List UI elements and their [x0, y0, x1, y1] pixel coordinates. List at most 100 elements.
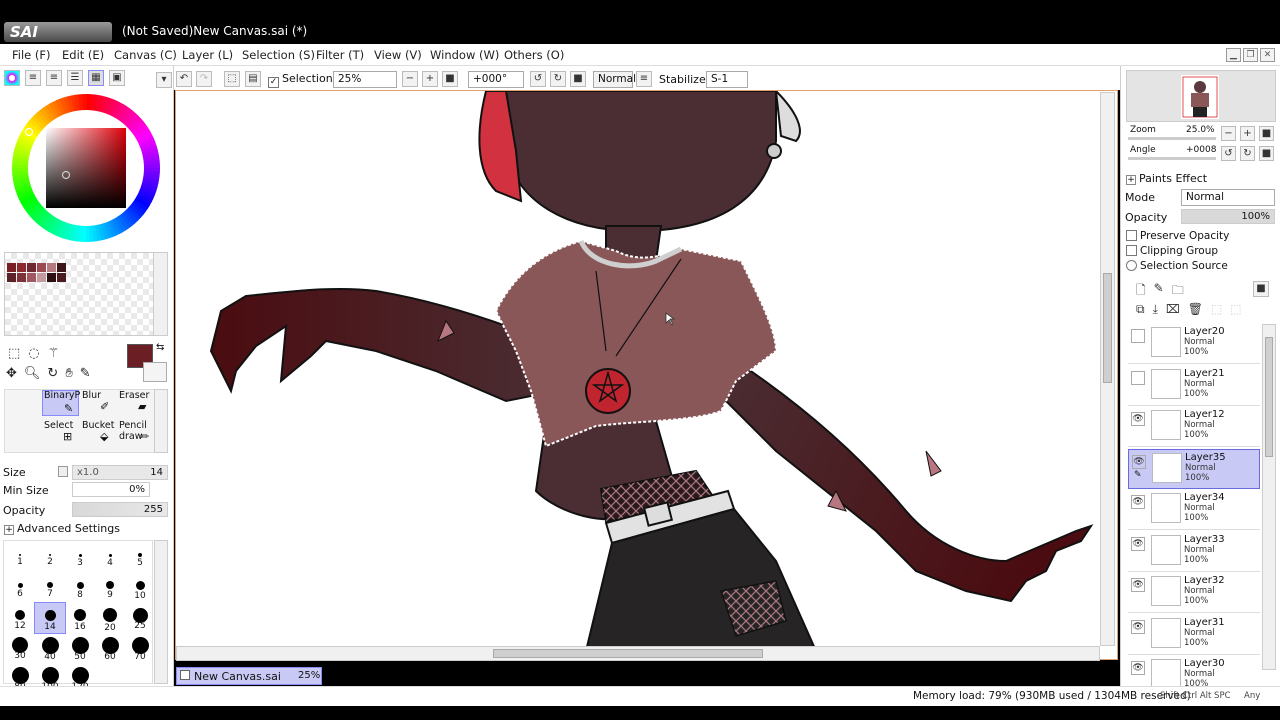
nav-zoom-reset-icon[interactable]: ■: [1259, 126, 1274, 141]
color-swatch[interactable]: [47, 263, 56, 272]
minsize-slider[interactable]: 0%: [72, 482, 150, 497]
brush-size-option[interactable]: 4: [95, 543, 125, 573]
rect-select-icon[interactable]: ⬚: [8, 346, 20, 361]
rotate-icon[interactable]: ↻: [47, 366, 58, 381]
layer-row[interactable]: Layer20 Normal 100%: [1128, 324, 1260, 364]
layer-row[interactable]: 👁︎ Layer34 Normal 100%: [1128, 490, 1260, 530]
eye-icon[interactable]: 👁︎: [1131, 578, 1145, 592]
eyedropper-icon[interactable]: ✎: [80, 366, 91, 381]
brush-size-option[interactable]: 6: [5, 573, 35, 603]
color-swatch[interactable]: [17, 263, 26, 272]
brush-size-option[interactable]: 8: [65, 573, 95, 603]
paints-effect-toggle[interactable]: + Paints Effect: [1126, 172, 1207, 185]
eye-icon[interactable]: 👁︎: [1131, 412, 1145, 426]
secondary-color[interactable]: [143, 362, 167, 382]
layer-row[interactable]: 👁︎ Layer35 Normal 100% ✎: [1128, 448, 1260, 489]
new-layer-icon[interactable]: 🗋︎: [1136, 281, 1146, 302]
layer-mask-icon[interactable]: ■: [1253, 281, 1269, 297]
deselect-icon[interactable]: ⬚: [224, 71, 240, 87]
nav-rotate-reset-icon[interactable]: ■: [1259, 146, 1274, 161]
tool-scrollbar[interactable]: [154, 389, 168, 453]
rotate-left-icon[interactable]: ↺: [530, 71, 546, 87]
delete-layer-icon[interactable]: 🗑︎: [1188, 302, 1203, 317]
scratchpad-tab-icon[interactable]: ▣: [109, 70, 125, 86]
brush-size-option[interactable]: 10: [125, 573, 155, 603]
canvas-horizontal-scrollbar[interactable]: [176, 646, 1100, 661]
canvas-blend-mode[interactable]: Normal: [593, 71, 636, 88]
eye-icon[interactable]: 👁︎: [1131, 536, 1145, 551]
menu-file[interactable]: File (F): [12, 48, 51, 62]
selection-source-radio[interactable]: [1126, 260, 1137, 271]
brush-size-option[interactable]: 14: [34, 602, 66, 634]
undo-icon[interactable]: ↶: [176, 71, 192, 87]
layer-row[interactable]: 👁︎ Layer12 Normal 100%: [1128, 407, 1260, 447]
brush-size-option[interactable]: 9: [95, 573, 125, 603]
menu-window[interactable]: Window (W): [430, 48, 499, 62]
zoom-icon[interactable]: 🔍︎: [24, 366, 41, 381]
color-swatch[interactable]: [37, 263, 46, 272]
apply-mask-icon[interactable]: ⬚: [1211, 302, 1222, 317]
merge-down-icon[interactable]: ⤓: [1153, 302, 1158, 317]
eye-icon[interactable]: 👁︎: [1131, 619, 1145, 634]
color-swatch[interactable]: [7, 273, 16, 282]
brush-size-option[interactable]: 3: [65, 543, 95, 573]
canvas-vertical-scrollbar[interactable]: [1100, 92, 1115, 646]
copy-layer-icon[interactable]: ⧉: [1136, 302, 1145, 317]
clipping-group-checkbox[interactable]: [1126, 245, 1137, 256]
brush-size-option[interactable]: 30: [5, 633, 35, 663]
hidden-layer-toggle[interactable]: [1131, 329, 1145, 343]
selection-checkbox[interactable]: ✓: [268, 77, 279, 88]
color-swatch[interactable]: [27, 263, 36, 272]
canvas-area[interactable]: [175, 88, 1118, 660]
close-icon[interactable]: ✕: [1260, 48, 1275, 62]
menu-selection[interactable]: Selection (S): [242, 48, 315, 62]
color-wheel[interactable]: [10, 92, 162, 244]
layer-mode-select[interactable]: Normal: [1181, 189, 1275, 206]
layer-row[interactable]: 👁︎ Layer31 Normal 100%: [1128, 614, 1260, 655]
eye-icon[interactable]: 👁︎: [1131, 661, 1145, 675]
magic-wand-icon[interactable]: ⚚: [48, 346, 60, 361]
invert-selection-icon[interactable]: ▤: [245, 71, 261, 87]
brush-size-option[interactable]: 2: [35, 543, 65, 573]
eye-icon[interactable]: 👁︎: [1132, 454, 1146, 469]
brush-size-option[interactable]: 1: [5, 543, 35, 573]
zoom-out-icon[interactable]: −: [402, 71, 418, 87]
tool-blur[interactable]: Blur: [82, 390, 101, 401]
zoom-reset-icon[interactable]: ■: [442, 71, 458, 87]
zoom-select[interactable]: 25%: [333, 71, 397, 88]
rotate-right-icon[interactable]: ↻: [550, 71, 566, 87]
swatch-palette[interactable]: [4, 252, 168, 336]
brush-size-option[interactable]: 25: [125, 603, 155, 633]
move-icon[interactable]: ✥: [6, 366, 17, 381]
brush-size-option[interactable]: 60: [95, 633, 125, 663]
redo-icon[interactable]: ↷: [196, 71, 212, 87]
nav-zoom-in-icon[interactable]: +: [1240, 126, 1255, 141]
menu-edit[interactable]: Edit (E): [62, 48, 104, 62]
clipping-group-option[interactable]: Clipping Group: [1126, 245, 1218, 257]
minimize-icon[interactable]: ▁: [1226, 48, 1241, 62]
size-mult-button[interactable]: [58, 466, 68, 477]
layer-row[interactable]: 👁︎ Layer33 Normal 100%: [1128, 531, 1260, 572]
nav-angle-slider[interactable]: [1128, 157, 1216, 160]
brush-size-scrollbar[interactable]: [154, 540, 168, 684]
color-swatch[interactable]: [47, 273, 56, 282]
rgb-slider-tab-icon[interactable]: ≡: [25, 70, 41, 86]
panel-collapse-icon[interactable]: ▾: [156, 72, 172, 88]
nav-rotate-left-icon[interactable]: ↺: [1221, 146, 1236, 161]
swap-colors-icon[interactable]: ⇆: [156, 342, 164, 353]
eye-icon[interactable]: 👁︎: [1131, 495, 1145, 509]
color-swatch[interactable]: [7, 263, 16, 272]
opacity-slider[interactable]: 255: [72, 502, 168, 517]
color-wheel-tab-icon[interactable]: [4, 70, 20, 86]
menu-others[interactable]: Others (O): [504, 48, 564, 62]
advanced-settings-toggle[interactable]: + Advanced Settings: [4, 522, 120, 535]
color-swatch[interactable]: [57, 273, 66, 282]
lasso-icon[interactable]: ◌: [28, 346, 39, 361]
brush-size-option[interactable]: 5: [125, 543, 155, 573]
layer-list-scrollbar[interactable]: [1262, 324, 1276, 670]
preserve-opacity-checkbox[interactable]: [1126, 230, 1137, 241]
nav-zoom-out-icon[interactable]: −: [1221, 126, 1236, 141]
selection-toggle[interactable]: ✓ Selection: [268, 72, 333, 88]
color-swatch[interactable]: [27, 273, 36, 282]
menu-layer[interactable]: Layer (L): [182, 48, 233, 62]
